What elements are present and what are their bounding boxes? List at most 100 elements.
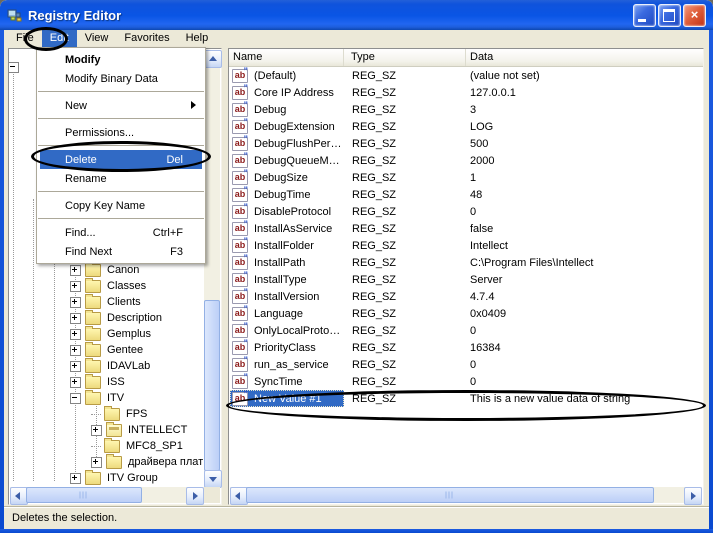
tree-item-clients[interactable]: Clients [70, 294, 143, 310]
scroll-down-button[interactable] [204, 470, 222, 488]
tree-item-itv-group[interactable]: ITV Group [70, 470, 160, 486]
value-row-synctime[interactable]: abSyncTimeREG_SZ0 [230, 373, 702, 390]
value-data: false [466, 223, 702, 235]
tree-item-label: IDAVLab [105, 359, 152, 373]
tree-item-idavlab[interactable]: IDAVLab [70, 358, 152, 374]
string-value-icon: ab [232, 120, 248, 134]
tree-item-description[interactable]: Description [70, 310, 164, 326]
close-button[interactable]: × [683, 4, 706, 27]
value-name-cell: abOnlyLocalProtocol [230, 322, 344, 339]
value-row-debug[interactable]: abDebugREG_SZ3 [230, 101, 702, 118]
menu-item-new[interactable]: New [40, 96, 202, 115]
expand-icon[interactable] [70, 313, 81, 324]
menu-favorites[interactable]: Favorites [116, 30, 177, 47]
expand-icon[interactable] [70, 473, 81, 484]
menu-item-modify-binary-data[interactable]: Modify Binary Data [40, 69, 202, 88]
tree-item-fps[interactable]: FPS [91, 406, 149, 422]
tree-item-classes[interactable]: Classes [70, 278, 148, 294]
value-name-cell: abInstallType [230, 271, 344, 288]
column-header-data[interactable]: Data [466, 49, 703, 66]
value-data: Intellect [466, 240, 702, 252]
minimize-button[interactable] [633, 4, 656, 27]
value-row-onlylocalprotocol[interactable]: abOnlyLocalProtocolREG_SZ0 [230, 322, 702, 339]
value-type: REG_SZ [344, 206, 466, 218]
value-row-debugsize[interactable]: abDebugSizeREG_SZ1 [230, 169, 702, 186]
tree-vscroll-thumb[interactable] [204, 300, 220, 471]
collapse-icon[interactable] [9, 62, 19, 73]
maximize-button[interactable] [658, 4, 681, 27]
expand-icon[interactable] [70, 345, 81, 356]
window-title: Registry Editor [28, 8, 121, 23]
string-value-icon: ab [232, 69, 248, 83]
value-name: run_as_service [252, 358, 331, 372]
string-value-icon: ab [232, 358, 248, 372]
tree-item-intellect[interactable]: INTELLECT [91, 422, 189, 438]
expand-icon[interactable] [70, 361, 81, 372]
value-row-language[interactable]: abLanguageREG_SZ0x0409 [230, 305, 702, 322]
menu-item-copy-key-name[interactable]: Copy Key Name [40, 196, 202, 215]
folder-icon [106, 456, 122, 469]
value-row-installfolder[interactable]: abInstallFolderREG_SZIntellect [230, 237, 702, 254]
menu-item-permissions[interactable]: Permissions... [40, 123, 202, 142]
list-horizontal-scrollbar[interactable] [230, 487, 702, 503]
value-row-debugtime[interactable]: abDebugTimeREG_SZ48 [230, 186, 702, 203]
value-row-debugflushperiod[interactable]: abDebugFlushPeriodREG_SZ500 [230, 135, 702, 152]
tree-item-itv[interactable]: ITV [70, 390, 126, 406]
value-row-default[interactable]: ab(Default)REG_SZ(value not set) [230, 67, 702, 84]
menu-edit[interactable]: Edit [42, 30, 77, 47]
menu-item-shortcut: F3 [170, 246, 189, 258]
menu-item-find-next[interactable]: Find NextF3 [40, 242, 202, 261]
collapse-icon[interactable] [70, 393, 81, 404]
value-row-core-ip-address[interactable]: abCore IP AddressREG_SZ127.0.0.1 [230, 84, 702, 101]
scroll-up-button[interactable] [204, 50, 222, 68]
tree-item-item[interactable] [9, 59, 27, 75]
menu-file[interactable]: File [8, 30, 42, 47]
value-data: 0 [466, 376, 702, 388]
tree-item-label: Clients [105, 295, 143, 309]
expand-icon[interactable] [91, 425, 102, 436]
scroll-right-button[interactable] [684, 487, 702, 505]
menu-item-find[interactable]: Find...Ctrl+F [40, 223, 202, 242]
arrow-left-icon [15, 492, 20, 500]
expand-icon[interactable] [70, 377, 81, 388]
value-row-debugqueuemax[interactable]: abDebugQueueMax...REG_SZ2000 [230, 152, 702, 169]
tree-item-gentee[interactable]: Gentee [70, 342, 145, 358]
arrow-up-icon [209, 56, 217, 61]
value-row-installasservice[interactable]: abInstallAsServiceREG_SZfalse [230, 220, 702, 237]
column-header-type[interactable]: Type [344, 49, 466, 66]
tree-item-драйвера-плат[interactable]: драйвера плат [91, 454, 203, 470]
menu-view[interactable]: View [77, 30, 117, 47]
expand-icon[interactable] [70, 265, 81, 276]
tree-item-iss[interactable]: ISS [70, 374, 127, 390]
value-row-installversion[interactable]: abInstallVersionREG_SZ4.7.4 [230, 288, 702, 305]
submenu-arrow-icon [191, 101, 196, 109]
tree-item-gemplus[interactable]: Gemplus [70, 326, 153, 342]
value-name: (Default) [252, 69, 298, 83]
tree-horizontal-scrollbar[interactable] [10, 487, 204, 503]
value-row-installtype[interactable]: abInstallTypeREG_SZServer [230, 271, 702, 288]
tree-hscroll-thumb[interactable] [26, 487, 142, 503]
value-row-run-as-service[interactable]: abrun_as_serviceREG_SZ0 [230, 356, 702, 373]
value-row-installpath[interactable]: abInstallPathREG_SZC:\Program Files\Inte… [230, 254, 702, 271]
value-row-priorityclass[interactable]: abPriorityClassREG_SZ16384 [230, 339, 702, 356]
column-header-name[interactable]: Name [229, 49, 344, 66]
tree-item-mfc8-sp1[interactable]: MFC8_SP1 [91, 438, 185, 454]
expand-icon[interactable] [70, 297, 81, 308]
expand-icon[interactable] [70, 329, 81, 340]
status-bar: Deletes the selection. [4, 507, 709, 529]
menu-item-rename[interactable]: Rename [40, 169, 202, 188]
value-row-new-value-1[interactable]: abNew Value #1REG_SZThis is a new value … [230, 390, 702, 407]
tree-vertical-scrollbar[interactable] [204, 50, 220, 486]
list-hscroll-thumb[interactable] [246, 487, 654, 503]
tree-item-label: Canon [105, 263, 141, 277]
value-row-debugextension[interactable]: abDebugExtensionREG_SZLOG [230, 118, 702, 135]
value-row-disableprotocol[interactable]: abDisableProtocolREG_SZ0 [230, 203, 702, 220]
tree-item-canon[interactable]: Canon [70, 262, 141, 278]
scroll-right-button[interactable] [186, 487, 204, 505]
expand-icon[interactable] [91, 457, 102, 468]
folder-icon [85, 264, 101, 277]
menu-help[interactable]: Help [178, 30, 217, 47]
menu-item-modify[interactable]: Modify [40, 50, 202, 69]
menu-item-delete[interactable]: DeleteDel [40, 150, 202, 169]
expand-icon[interactable] [70, 281, 81, 292]
